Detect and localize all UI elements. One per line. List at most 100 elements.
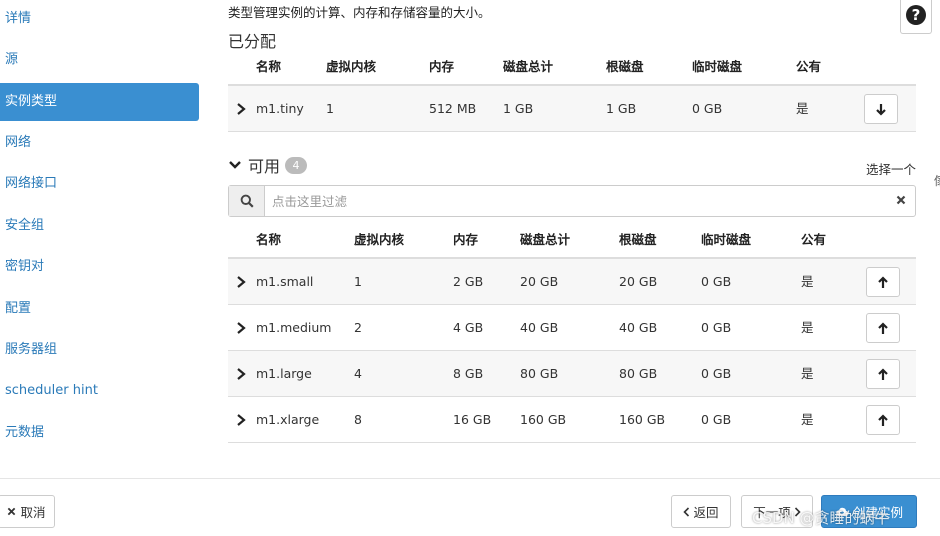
col-vcpus: 虚拟内核 [354,232,405,247]
col-root-disk: 根磁盘 [606,59,644,74]
chevron-left-icon [683,506,690,517]
deallocate-button[interactable] [864,94,898,124]
flavor-ephemeral-disk: 0 GB [701,274,732,289]
flavor-ephemeral-disk: 0 GB [692,101,723,116]
arrow-up-icon [878,413,888,426]
close-icon [8,507,16,516]
col-ram: 内存 [429,59,455,74]
table-row[interactable]: m1.xlarge 8 16 GB 160 GB 160 GB 0 GB 是 [228,397,916,443]
available-title: 可用 [248,157,281,176]
col-total-disk: 磁盘总计 [503,59,554,74]
search-icon [240,194,254,208]
flavor-vcpus: 8 [354,412,362,427]
next-button[interactable]: 下一项 [741,495,813,528]
flavor-public: 是 [801,274,814,289]
clear-filter-icon[interactable] [893,192,909,208]
flavor-ephemeral-disk: 0 GB [701,320,732,335]
allocate-button[interactable] [866,267,900,297]
arrow-down-icon [876,103,886,116]
chevron-right-icon[interactable] [235,367,247,381]
flavor-vcpus: 4 [354,366,362,381]
chevron-right-icon[interactable] [235,102,247,116]
allocated-title: 已分配 [228,32,277,51]
sidebar-item-network-ports[interactable]: 网络接口 [0,165,199,203]
sidebar-item-server-groups[interactable]: 服务器组 [0,331,199,369]
filter-addon [229,186,265,216]
allocated-table: 名称 虚拟内核 内存 磁盘总计 根磁盘 临时磁盘 公有 m1.tiny 1 51… [228,50,916,132]
allocate-button[interactable] [866,405,900,435]
col-public: 公有 [796,59,822,74]
flavor-ephemeral-disk: 0 GB [701,366,732,381]
flavor-ram: 8 GB [453,366,484,381]
chevron-right-icon[interactable] [235,321,247,335]
sidebar-item-flavor[interactable]: 实例类型 [0,83,199,121]
allocate-button[interactable] [866,359,900,389]
flavor-public: 是 [801,320,814,335]
flavor-total-disk: 20 GB [520,274,559,289]
available-table: 名称 虚拟内核 内存 磁盘总计 根磁盘 临时磁盘 公有 m1.small 1 2… [228,223,916,443]
col-total-disk: 磁盘总计 [520,232,571,247]
flavor-ram: 16 GB [453,412,492,427]
flavor-ram: 2 GB [453,274,484,289]
flavor-root-disk: 1 GB [606,101,637,116]
allocated-table-header: 名称 虚拟内核 内存 磁盘总计 根磁盘 临时磁盘 公有 [228,50,916,86]
sidebar-item-scheduler-hint[interactable]: scheduler hint [0,372,199,410]
col-root-disk: 根磁盘 [619,232,657,247]
flavor-name: m1.tiny [256,101,304,116]
sidebar-item-security-groups[interactable]: 安全组 [0,207,199,245]
sidebar-item-configuration[interactable]: 配置 [0,290,199,328]
chevron-right-icon[interactable] [235,275,247,289]
col-ephemeral-disk: 临时磁盘 [701,232,752,247]
col-ram: 内存 [453,232,479,247]
available-table-header: 名称 虚拟内核 内存 磁盘总计 根磁盘 临时磁盘 公有 [228,223,916,259]
col-ephemeral-disk: 临时磁盘 [692,59,743,74]
chevron-right-icon [794,506,801,517]
table-row[interactable]: m1.large 4 8 GB 80 GB 80 GB 0 GB 是 [228,351,916,397]
flavor-vcpus: 1 [354,274,362,289]
sidebar-item-key-pair[interactable]: 密钥对 [0,248,199,286]
flavor-total-disk: 80 GB [520,366,559,381]
select-one-hint: 选择一个 [865,162,916,177]
filter-bar [228,185,916,217]
flavor-root-disk: 160 GB [619,412,666,427]
flavor-total-disk: 40 GB [520,320,559,335]
footer-divider [0,478,940,479]
back-button[interactable]: 返回 [671,495,731,528]
sidebar-item-networks[interactable]: 网络 [0,124,199,162]
table-row[interactable]: m1.tiny 1 512 MB 1 GB 1 GB 0 GB 是 [228,86,916,132]
create-instance-label: 创建实例 [852,505,903,520]
wizard-sidebar: 详情 源 实例类型 网络 网络接口 安全组 密钥对 配置 服务器组 schedu… [0,0,200,470]
next-label: 下一项 [753,505,791,520]
table-row[interactable]: m1.small 1 2 GB 20 GB 20 GB 0 GB 是 [228,259,916,305]
flavor-name: m1.medium [256,320,332,335]
arrow-up-icon [878,321,888,334]
flavor-total-disk: 1 GB [503,101,534,116]
available-toggle[interactable]: 可用 4 [228,153,308,177]
help-button[interactable]: ? [900,0,932,34]
flavor-root-disk: 40 GB [619,320,658,335]
create-instance-button[interactable]: 创建实例 [821,495,917,528]
cancel-button[interactable]: 取消 [0,495,55,528]
sidebar-item-source[interactable]: 源 [0,41,199,79]
sidebar-item-details[interactable]: 详情 [0,0,199,38]
col-name: 名称 [256,232,282,247]
flavor-vcpus: 2 [354,320,362,335]
sidebar-item-metadata[interactable]: 元数据 [0,414,199,452]
cloud-upload-icon [836,507,849,516]
available-count-badge: 4 [285,156,308,174]
flavor-public: 是 [801,366,814,381]
flavor-root-disk: 20 GB [619,274,658,289]
flavor-name: m1.xlarge [256,412,320,427]
allocate-button[interactable] [866,313,900,343]
chevron-right-icon[interactable] [235,413,247,427]
table-row[interactable]: m1.medium 2 4 GB 40 GB 40 GB 0 GB 是 [228,305,916,351]
flavor-public: 是 [801,412,814,427]
flavor-ephemeral-disk: 0 GB [701,412,732,427]
filter-input[interactable] [265,186,885,216]
col-vcpus: 虚拟内核 [326,59,377,74]
flavor-vcpus: 1 [326,101,334,116]
flavor-name: m1.small [256,274,314,289]
chevron-down-icon [229,161,241,169]
flavor-public: 是 [796,101,809,116]
flavor-total-disk: 160 GB [520,412,567,427]
